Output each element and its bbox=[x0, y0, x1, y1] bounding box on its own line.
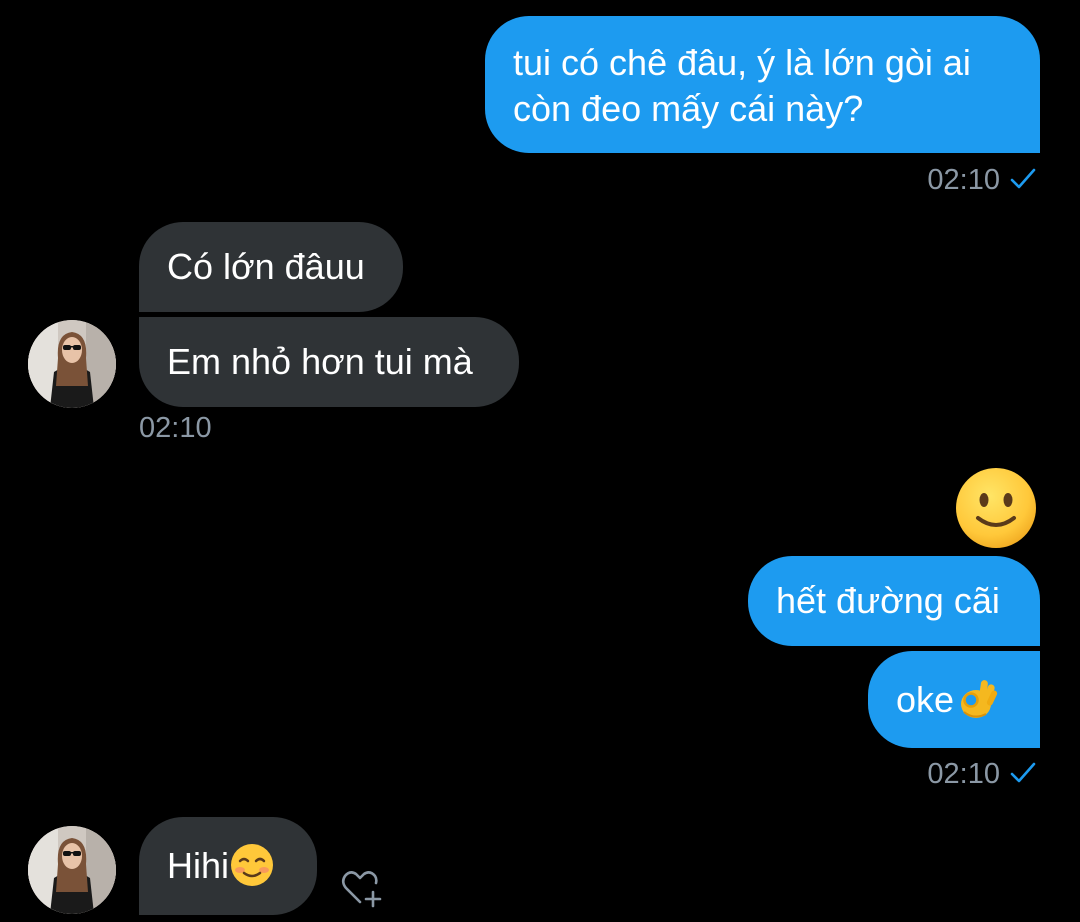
outgoing-message-bubble[interactable]: oke bbox=[868, 651, 1040, 748]
heart-plus-icon[interactable] bbox=[340, 866, 384, 910]
outgoing-message-bubble[interactable]: tui có chê đâu, ý là lớn gòi ai còn đeo … bbox=[485, 16, 1040, 153]
avatar[interactable] bbox=[28, 320, 116, 408]
message-meta: 02:10 bbox=[927, 162, 1036, 198]
message-text: Em nhỏ hơn tui mà bbox=[167, 341, 473, 382]
message-text-line: còn đeo mấy cái này? bbox=[513, 88, 864, 129]
check-icon bbox=[1010, 169, 1036, 189]
message-meta: 02:10 bbox=[139, 410, 212, 446]
message-text: oke bbox=[896, 679, 955, 720]
incoming-message-bubble[interactable]: Có lớn đâuu bbox=[139, 222, 403, 312]
message-meta: 02:10 bbox=[927, 756, 1036, 792]
incoming-message-bubble[interactable]: Em nhỏ hơn tui mà bbox=[139, 317, 519, 407]
message-text: Có lớn đâuu bbox=[167, 246, 365, 287]
message-text: hết đường cãi bbox=[776, 580, 1000, 621]
timestamp: 02:10 bbox=[139, 412, 212, 444]
message-text: Hihi bbox=[167, 845, 230, 886]
check-icon bbox=[1010, 763, 1036, 783]
timestamp: 02:10 bbox=[927, 758, 1000, 790]
slightly-smiling-face-emoji[interactable] bbox=[954, 466, 1038, 550]
avatar[interactable] bbox=[28, 826, 116, 914]
timestamp: 02:10 bbox=[927, 164, 1000, 196]
message-text-line: tui có chê đâu, ý là lớn gòi ai bbox=[513, 42, 971, 83]
incoming-message-bubble[interactable]: Hihi bbox=[139, 817, 317, 915]
smiling-face-emoji bbox=[231, 844, 274, 887]
avatar-image bbox=[28, 320, 116, 408]
avatar-image bbox=[28, 826, 116, 914]
outgoing-message-bubble[interactable]: hết đường cãi bbox=[748, 556, 1040, 646]
ok-hand-emoji bbox=[961, 680, 998, 719]
